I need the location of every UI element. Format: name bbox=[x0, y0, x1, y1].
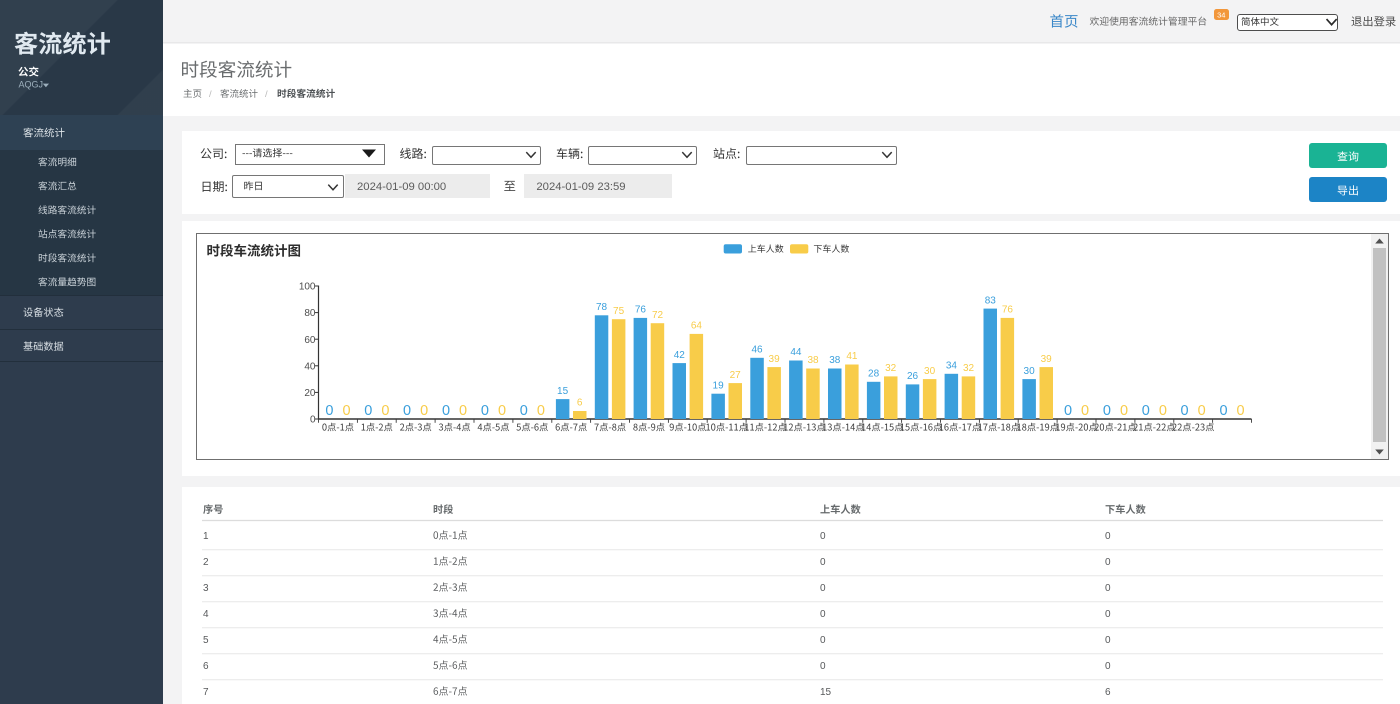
svg-text:0: 0 bbox=[1237, 403, 1245, 419]
svg-text:5: 5 bbox=[203, 635, 209, 646]
svg-text:0: 0 bbox=[381, 403, 389, 419]
svg-text:6: 6 bbox=[203, 661, 209, 672]
svg-text:0: 0 bbox=[403, 403, 411, 419]
svg-text:78: 78 bbox=[596, 302, 608, 313]
svg-text:0: 0 bbox=[1142, 403, 1150, 419]
svg-text:38: 38 bbox=[829, 355, 841, 366]
svg-text:26: 26 bbox=[907, 371, 919, 382]
svg-text:7: 7 bbox=[203, 687, 209, 698]
svg-text:0: 0 bbox=[481, 403, 489, 419]
svg-text:0: 0 bbox=[1159, 403, 1167, 419]
svg-text:0: 0 bbox=[820, 531, 826, 542]
svg-text:0: 0 bbox=[1105, 531, 1111, 542]
svg-text:30: 30 bbox=[1024, 366, 1036, 377]
svg-text:0: 0 bbox=[1105, 557, 1111, 568]
svg-text:0: 0 bbox=[1198, 403, 1206, 419]
svg-text:80: 80 bbox=[304, 308, 316, 319]
svg-text:0: 0 bbox=[820, 583, 826, 594]
svg-text:40: 40 bbox=[304, 361, 316, 372]
svg-text:0: 0 bbox=[820, 609, 826, 620]
svg-text:39: 39 bbox=[769, 354, 781, 365]
svg-text:76: 76 bbox=[635, 305, 647, 316]
svg-text:0: 0 bbox=[1105, 635, 1111, 646]
svg-text:83: 83 bbox=[985, 295, 997, 306]
svg-text:76: 76 bbox=[1002, 305, 1014, 316]
svg-text:0: 0 bbox=[1219, 403, 1227, 419]
svg-text:15: 15 bbox=[557, 386, 569, 397]
svg-text:0: 0 bbox=[459, 403, 467, 419]
svg-text:28: 28 bbox=[868, 369, 880, 380]
svg-text:32: 32 bbox=[885, 363, 897, 374]
svg-text:0: 0 bbox=[1064, 403, 1072, 419]
svg-text:0: 0 bbox=[520, 403, 528, 419]
svg-text:1: 1 bbox=[203, 531, 209, 542]
svg-text:2024-01-09 23:59: 2024-01-09 23:59 bbox=[536, 181, 625, 193]
svg-text:0: 0 bbox=[537, 403, 545, 419]
svg-text:72: 72 bbox=[652, 310, 664, 321]
svg-text:4: 4 bbox=[203, 609, 209, 620]
svg-text:/: / bbox=[209, 89, 212, 100]
svg-text:0: 0 bbox=[1105, 583, 1111, 594]
svg-text:0: 0 bbox=[342, 403, 350, 419]
svg-text:0: 0 bbox=[498, 403, 506, 419]
svg-text:34: 34 bbox=[1217, 11, 1225, 20]
svg-text:38: 38 bbox=[807, 355, 819, 366]
svg-text:2024-01-09 00:00: 2024-01-09 00:00 bbox=[357, 181, 446, 193]
svg-text:3: 3 bbox=[203, 583, 209, 594]
svg-text:32: 32 bbox=[963, 363, 975, 374]
svg-text:0: 0 bbox=[820, 635, 826, 646]
svg-text:0: 0 bbox=[1081, 403, 1089, 419]
svg-text:2: 2 bbox=[203, 557, 209, 568]
svg-text:0: 0 bbox=[1120, 403, 1128, 419]
svg-text:60: 60 bbox=[304, 335, 316, 346]
svg-text:0: 0 bbox=[420, 403, 428, 419]
svg-text:0: 0 bbox=[1103, 403, 1111, 419]
svg-text:75: 75 bbox=[613, 306, 625, 317]
svg-text:15: 15 bbox=[820, 687, 832, 698]
svg-text:0: 0 bbox=[820, 661, 826, 672]
svg-text:0: 0 bbox=[310, 415, 316, 426]
svg-text:20: 20 bbox=[304, 388, 316, 399]
svg-text:0: 0 bbox=[1105, 609, 1111, 620]
svg-text:39: 39 bbox=[1041, 354, 1053, 365]
svg-text:0: 0 bbox=[820, 557, 826, 568]
svg-text:34: 34 bbox=[946, 361, 958, 372]
svg-text:0: 0 bbox=[1181, 403, 1189, 419]
svg-text:46: 46 bbox=[751, 345, 763, 356]
svg-text:27: 27 bbox=[730, 370, 742, 381]
svg-text:44: 44 bbox=[790, 347, 802, 358]
svg-text:0: 0 bbox=[1105, 661, 1111, 672]
svg-text:AQGJ: AQGJ bbox=[19, 80, 44, 90]
svg-text:19: 19 bbox=[713, 380, 725, 391]
svg-text:6: 6 bbox=[577, 398, 583, 409]
svg-text:30: 30 bbox=[924, 366, 936, 377]
svg-text:0: 0 bbox=[442, 403, 450, 419]
svg-text:41: 41 bbox=[846, 351, 858, 362]
svg-text:0: 0 bbox=[364, 403, 372, 419]
svg-text:0: 0 bbox=[325, 403, 333, 419]
svg-text:/: / bbox=[265, 89, 268, 100]
svg-text:42: 42 bbox=[674, 350, 686, 361]
svg-text:6: 6 bbox=[1105, 687, 1111, 698]
svg-text:100: 100 bbox=[299, 282, 316, 293]
svg-text:64: 64 bbox=[691, 321, 703, 332]
